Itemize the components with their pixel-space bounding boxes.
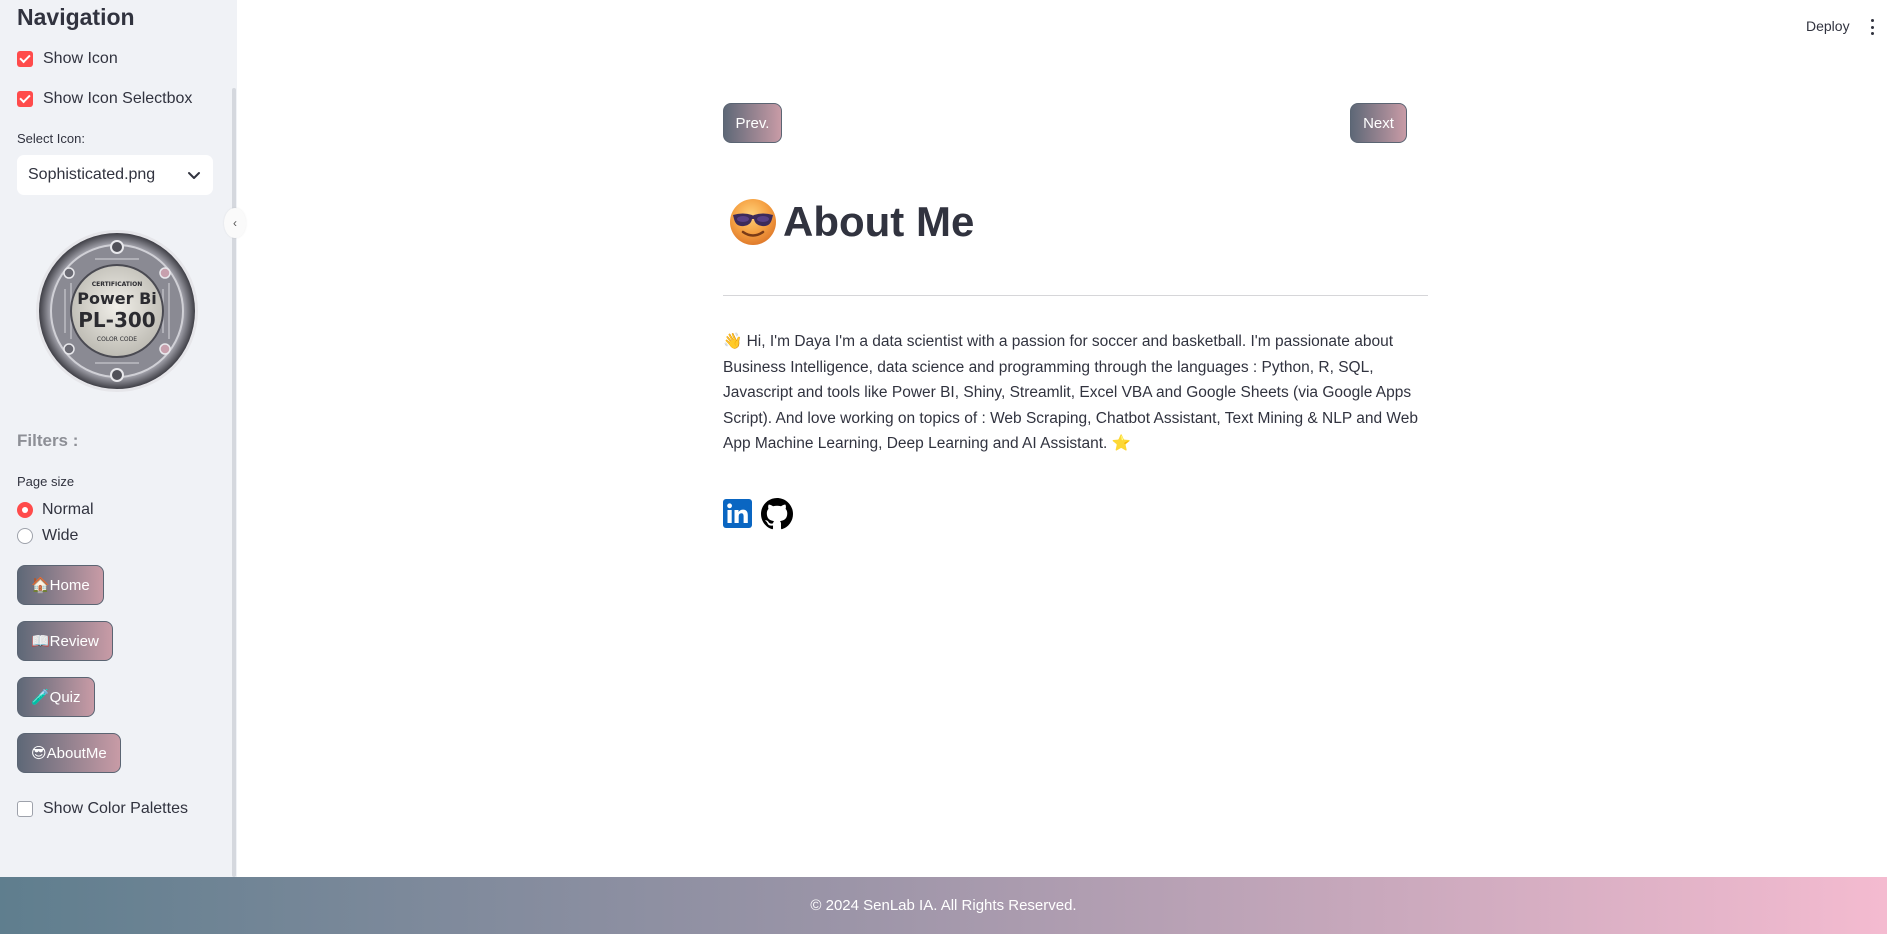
collapse-sidebar-icon[interactable]: ‹ (224, 208, 246, 238)
about-me-intro: 👋 Hi, I'm Daya I'm a data scientist with… (723, 333, 1418, 453)
badge-line4: COLOR CODE (97, 336, 137, 343)
page-size-radio-wide[interactable]: Wide (17, 527, 78, 545)
show-icon-selectbox-label: Show Icon Selectbox (43, 90, 193, 107)
show-icon-label: Show Icon (43, 50, 118, 67)
radio-label: Normal (42, 501, 94, 518)
linkedin-icon[interactable] (723, 499, 752, 528)
deploy-button[interactable]: Deploy (1806, 18, 1850, 34)
quiz-button[interactable]: 🧪Quiz (17, 677, 95, 717)
page-size-radio-normal[interactable]: Normal (17, 501, 94, 519)
radio-label: Wide (42, 527, 79, 544)
footer: © 2024 SenLab IA. All Rights Reserved. (0, 877, 1887, 934)
select-icon-dropdown[interactable]: Sophisticated.png (17, 155, 213, 195)
checkbox-checked-icon[interactable] (17, 51, 33, 67)
next-button[interactable]: Next (1350, 103, 1407, 143)
sidebar: Navigation Show Icon Show Icon Selectbox… (0, 0, 246, 877)
about-me-button[interactable]: 😎AboutMe (17, 733, 121, 773)
sidebar-scrollbar[interactable] (232, 88, 236, 877)
page-size-label: Page size (17, 474, 75, 489)
show-icon-selectbox-checkbox[interactable]: Show Icon Selectbox (17, 90, 192, 108)
show-icon-checkbox[interactable]: Show Icon (17, 50, 118, 68)
radio-selected-icon[interactable] (17, 502, 33, 518)
home-button[interactable]: 🏠Home (17, 565, 104, 605)
divider (723, 295, 1428, 296)
github-icon[interactable] (761, 498, 793, 530)
checkbox-checked-icon[interactable] (17, 91, 33, 107)
page-title: About Me (783, 198, 975, 245)
filters-heading: Filters : (17, 431, 79, 450)
checkbox-unchecked-icon[interactable] (17, 801, 33, 817)
show-color-palettes-checkbox[interactable]: Show Color Palettes (17, 800, 188, 818)
select-icon-label: Select Icon: (17, 131, 85, 146)
sunglasses-emoji-icon (730, 199, 776, 245)
main-menu-icon[interactable] (1870, 19, 1874, 35)
sidebar-title: Navigation (17, 4, 135, 30)
review-button[interactable]: 📖Review (17, 621, 113, 661)
certification-badge-image: CERTIFICATION Power Bi PL-300 COLOR CODE (36, 230, 198, 392)
footer-text: © 2024 SenLab IA. All Rights Reserved. (810, 897, 1077, 914)
badge-line1: CERTIFICATION (92, 281, 143, 288)
radio-unselected-icon[interactable] (17, 528, 33, 544)
chevron-down-icon (188, 172, 200, 179)
prev-button[interactable]: Prev. (723, 103, 782, 143)
badge-line2: Power Bi (77, 289, 157, 308)
badge-line3: PL-300 (78, 308, 155, 332)
show-color-palettes-label: Show Color Palettes (43, 800, 188, 817)
select-icon-value: Sophisticated.png (28, 166, 156, 183)
